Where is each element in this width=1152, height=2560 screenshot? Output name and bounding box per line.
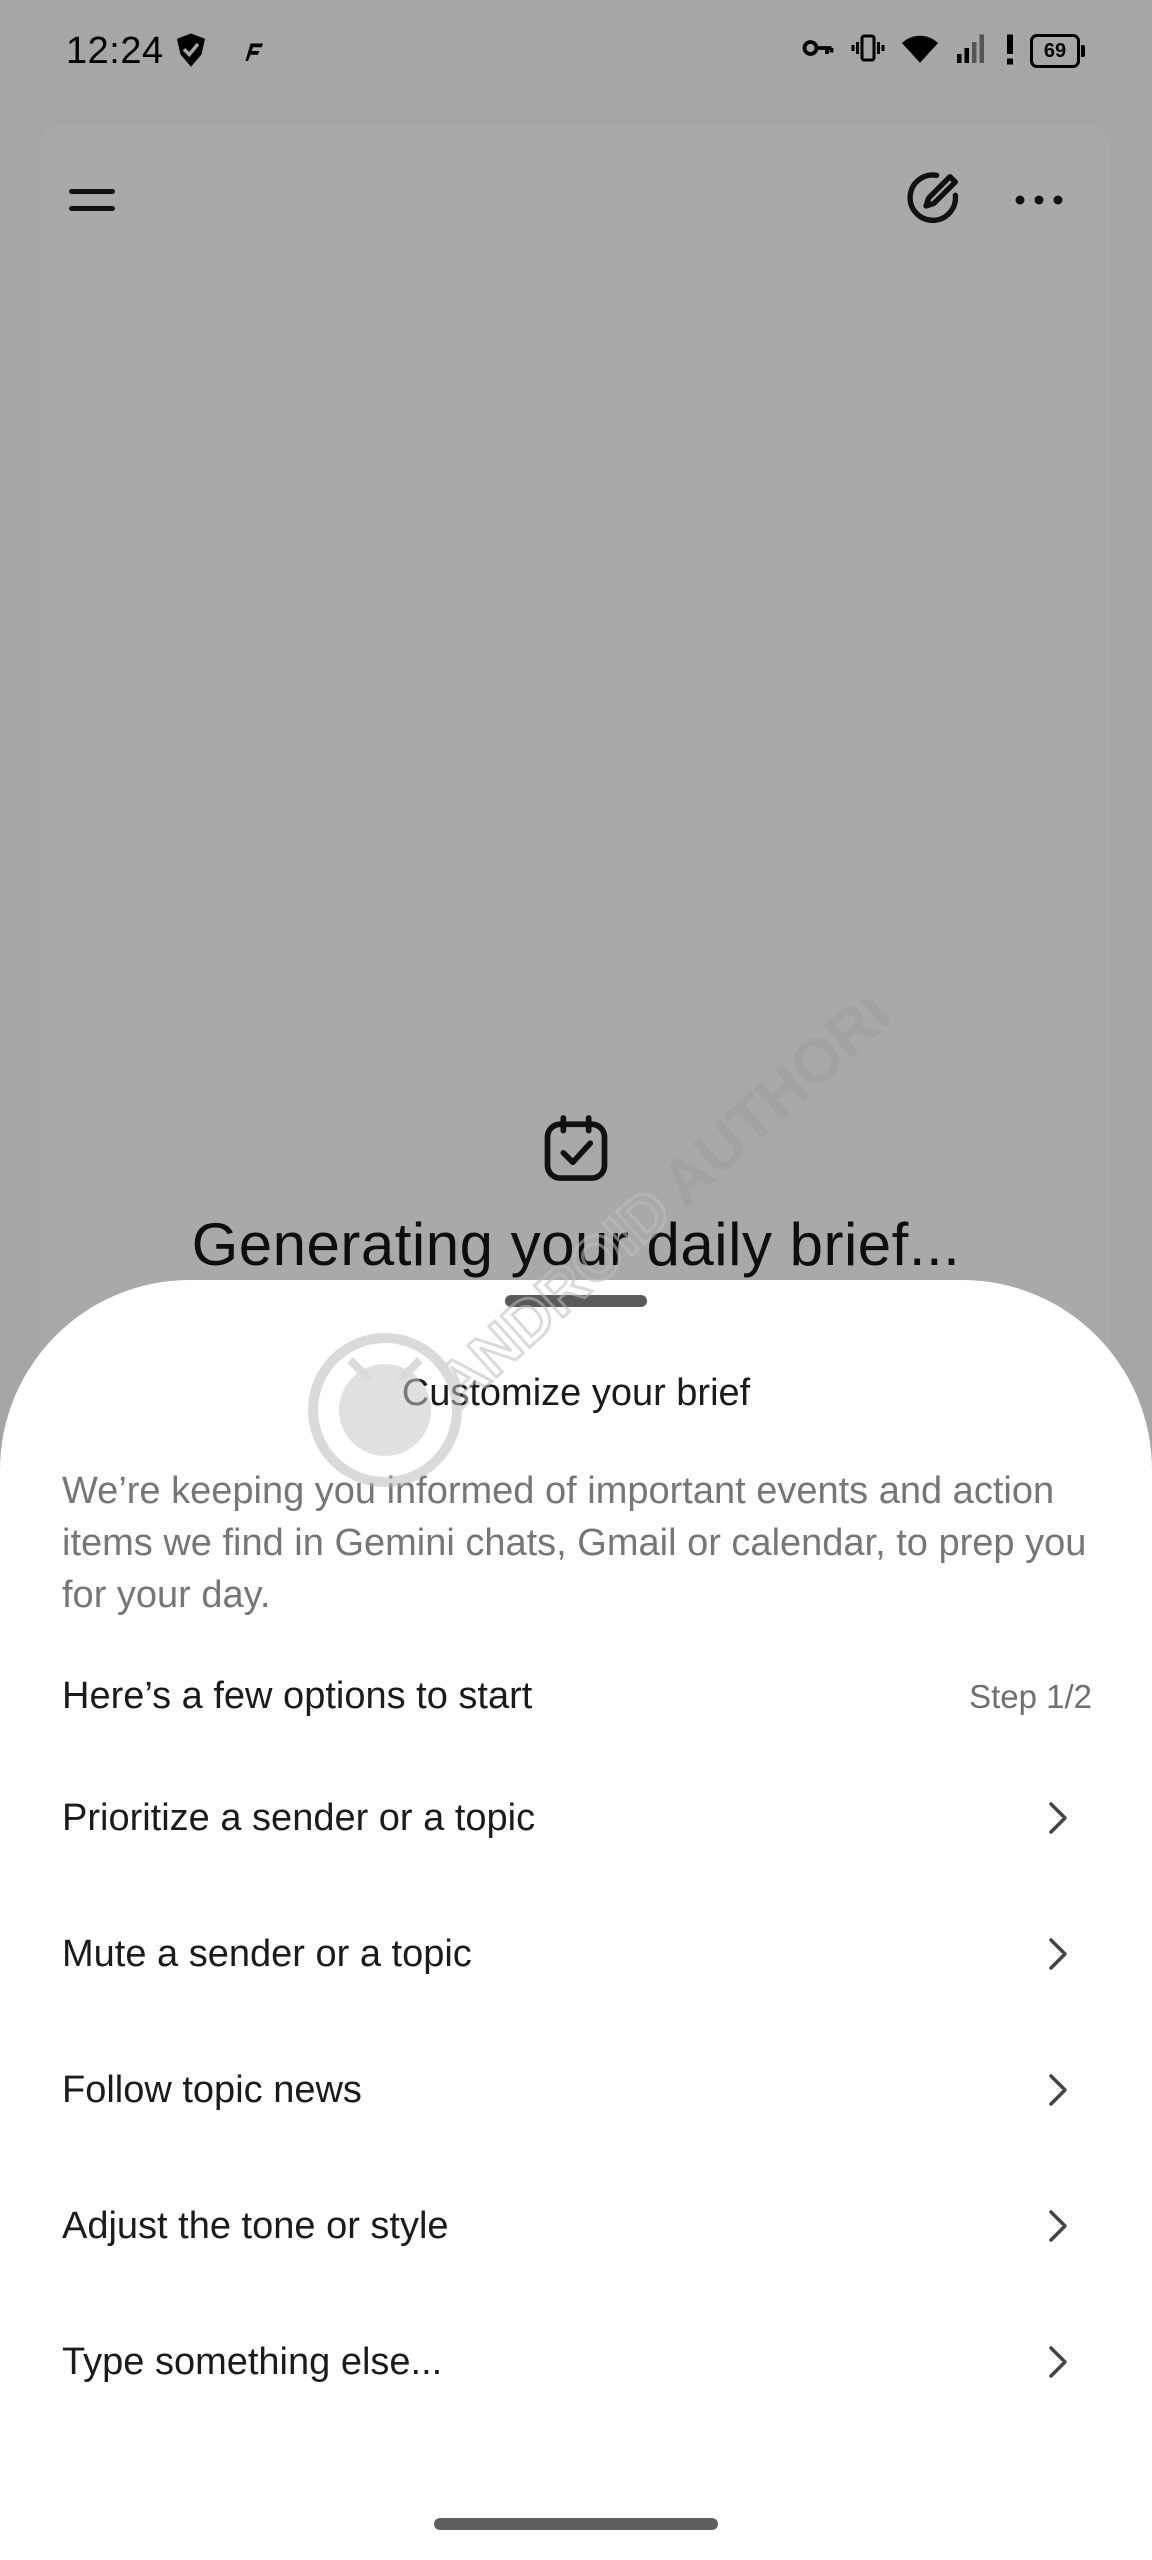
alert-icon [1004, 30, 1016, 71]
home-indicator [434, 2518, 718, 2530]
option-list: Prioritize a sender or a topic Mute a se… [0, 1750, 1152, 2430]
chevron-right-icon [1040, 1936, 1076, 1972]
new-chat-edit-icon[interactable] [896, 160, 972, 236]
option-label: Mute a sender or a topic [62, 1932, 472, 1975]
chevron-right-icon [1040, 1800, 1076, 1836]
option-mute-sender-topic[interactable]: Mute a sender or a topic [0, 1886, 1152, 2022]
option-adjust-tone-style[interactable]: Adjust the tone or style [0, 2158, 1152, 2294]
sheet-description: We’re keeping you informed of important … [62, 1470, 1087, 1616]
chevron-right-icon [1040, 2208, 1076, 2244]
status-time: 12:24 [66, 30, 164, 72]
status-right-icons: 69 [800, 30, 1085, 71]
vpn-key-icon [800, 30, 836, 71]
battery-icon: 69 [1030, 33, 1085, 68]
option-label: Prioritize a sender or a topic [62, 1796, 536, 1839]
option-follow-topic-news[interactable]: Follow topic news [0, 2022, 1152, 2158]
options-label: Here’s a few options to start [62, 1675, 533, 1717]
vibrate-icon [850, 30, 886, 71]
more-options-icon[interactable] [1004, 170, 1074, 230]
sheet-title: Customize your brief [401, 1372, 751, 1414]
chevron-right-icon [1040, 2344, 1076, 2380]
option-prioritize-sender-topic[interactable]: Prioritize a sender or a topic [0, 1750, 1152, 1886]
calendar-check-icon [0, 1110, 1152, 1191]
signal-icon [954, 30, 990, 71]
drag-handle[interactable] [505, 1295, 647, 1307]
status-left-icons [170, 30, 268, 77]
options-header: Here’s a few options to start Step 1/2 [62, 1675, 1092, 1718]
option-label: Type something else... [62, 2340, 443, 2383]
option-label: Follow topic news [62, 2068, 362, 2111]
app-notification-icon [238, 36, 268, 71]
generating-title: Generating your daily brief... [191, 1211, 961, 1278]
status-bar: 12:24 69 [0, 0, 1152, 110]
customize-brief-sheet: Customize your brief We’re keeping you i… [0, 1280, 1152, 2560]
wifi-icon [900, 30, 940, 71]
step-indicator: Step 1/2 [969, 1677, 1092, 1715]
option-type-something-else[interactable]: Type something else... [0, 2294, 1152, 2430]
chevron-right-icon [1040, 2072, 1076, 2108]
shield-check-icon [170, 30, 212, 77]
option-label: Adjust the tone or style [62, 2204, 449, 2247]
hamburger-menu-icon[interactable] [62, 170, 122, 230]
